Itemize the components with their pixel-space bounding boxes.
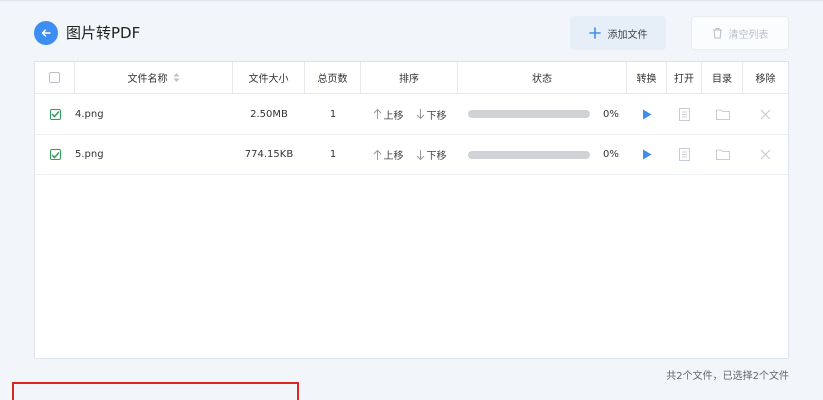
arrow-down-icon [416, 149, 424, 160]
row-select-cell [35, 135, 75, 174]
document-icon[interactable] [679, 107, 690, 121]
convert-cell [627, 135, 667, 174]
column-header-pages: 总页数 [305, 62, 361, 93]
row-checkbox[interactable] [49, 108, 61, 120]
status-cell: 0% [458, 135, 627, 174]
progress-percent: 0% [603, 108, 619, 120]
move-up-label: 上移 [383, 110, 404, 122]
check-icon [50, 110, 60, 118]
file-size: 2.50MB [250, 108, 288, 120]
check-icon [50, 151, 60, 159]
file-table: 文件名称 文件大小 总页数 排序 状态 转换 打开 目录 移除 4.png 2.… [34, 61, 789, 359]
move-down-button[interactable]: 下移 [416, 107, 447, 122]
column-header-order: 排序 [361, 62, 458, 93]
move-down-label: 下移 [426, 110, 447, 122]
move-down-label: 下移 [426, 151, 447, 162]
open-cell [667, 94, 702, 134]
progress-bar [468, 110, 590, 118]
column-header-directory: 目录 [702, 62, 743, 93]
directory-cell [702, 135, 743, 174]
highlight-box [12, 382, 299, 400]
move-up-button[interactable]: 上移 [373, 147, 404, 162]
folder-icon[interactable] [715, 109, 730, 120]
order-controls: 上移 下移 [361, 135, 458, 174]
table-header: 文件名称 文件大小 总页数 排序 状态 转换 打开 目录 移除 [35, 62, 788, 94]
close-icon[interactable] [760, 149, 771, 160]
arrow-up-icon [373, 149, 381, 160]
close-icon[interactable] [760, 109, 771, 120]
remove-cell [743, 94, 788, 134]
select-all-checkbox[interactable] [49, 72, 60, 83]
document-icon[interactable] [679, 148, 690, 161]
clear-list-label: 清空列表 [728, 29, 769, 41]
column-header-status: 状态 [458, 62, 627, 93]
progress-bar [468, 150, 590, 159]
column-header-convert: 转换 [627, 62, 667, 93]
selection-summary: 共2个文件，已选择2个文件 [666, 371, 789, 382]
add-file-button[interactable]: 添加文件 [570, 16, 666, 50]
convert-cell [627, 94, 667, 134]
sort-icon[interactable] [173, 73, 180, 82]
column-header-name[interactable]: 文件名称 [75, 62, 233, 93]
column-header-open: 打开 [667, 62, 702, 93]
play-icon[interactable] [642, 149, 652, 160]
arrow-up-icon [373, 108, 381, 119]
file-name: 5.png [75, 149, 104, 160]
directory-cell [702, 94, 743, 134]
row-select-cell [35, 94, 75, 134]
table-row: 5.png 774.15KB 1 上移 下移 0% [35, 135, 788, 175]
open-cell [667, 135, 702, 174]
column-header-size: 文件大小 [233, 62, 305, 93]
file-size: 774.15KB [244, 149, 294, 160]
trash-icon [712, 27, 722, 39]
order-controls: 上移 下移 [361, 94, 458, 134]
progress-percent: 0% [603, 149, 619, 160]
column-header-remove: 移除 [755, 74, 776, 85]
column-name-label: 文件名称 [127, 74, 168, 85]
move-down-button[interactable]: 下移 [416, 147, 447, 162]
move-up-button[interactable]: 上移 [373, 107, 404, 122]
arrow-down-icon [416, 109, 424, 120]
row-checkbox[interactable] [49, 149, 61, 160]
add-file-label: 添加文件 [607, 29, 648, 41]
arrow-left-icon [41, 29, 51, 37]
plus-icon [588, 27, 601, 39]
move-up-label: 上移 [383, 151, 404, 162]
page-count: 1 [329, 149, 337, 160]
select-all-cell [35, 62, 75, 93]
play-icon[interactable] [642, 109, 652, 120]
page-count: 1 [329, 108, 337, 120]
file-name: 4.png [75, 108, 104, 120]
folder-icon[interactable] [715, 149, 730, 160]
status-cell: 0% [458, 94, 627, 134]
page-title: 图片转PDF [66, 24, 141, 42]
clear-list-button[interactable]: 清空列表 [691, 16, 789, 50]
top-divider [0, 0, 823, 1]
back-button[interactable] [34, 21, 58, 45]
remove-cell [743, 135, 788, 174]
table-row: 4.png 2.50MB 1 上移 下移 0% [35, 94, 788, 135]
